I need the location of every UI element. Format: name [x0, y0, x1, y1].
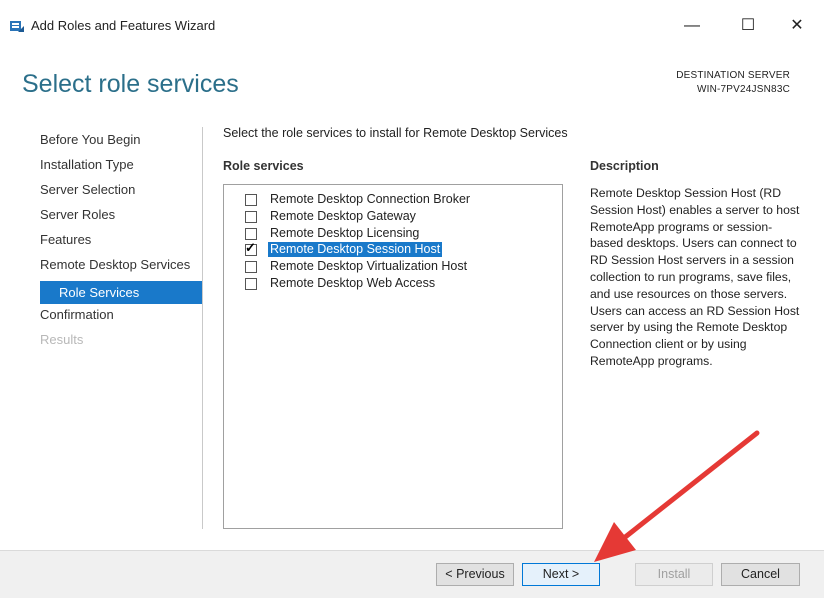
role-label: Remote Desktop Session Host: [268, 242, 443, 257]
role-services-heading: Role services: [223, 159, 304, 173]
nav-item-remote-desktop-services[interactable]: Remote Desktop Services: [40, 255, 202, 280]
nav-divider: [202, 127, 203, 529]
destination-server: DESTINATION SERVER WIN-7PV24JSN83C: [676, 69, 790, 97]
checkbox[interactable]: [245, 277, 257, 290]
minimize-button[interactable]: —: [672, 12, 712, 40]
nav-item-before-you-begin[interactable]: Before You Begin: [40, 130, 202, 155]
role-label: Remote Desktop Virtualization Host: [270, 259, 468, 273]
role-label: Remote Desktop Gateway: [270, 209, 416, 223]
server-manager-icon: [9, 18, 25, 34]
description-text: Remote Desktop Session Host (RD Session …: [590, 186, 800, 368]
nav-item-features[interactable]: Features: [40, 230, 202, 255]
page-title: Select role services: [22, 70, 239, 98]
install-button: Install: [635, 563, 713, 586]
window-title: Add Roles and Features Wizard: [31, 18, 216, 33]
description-heading: Description: [590, 159, 659, 173]
role-item-session-host[interactable]: ✓ Remote Desktop Session Host: [245, 240, 443, 258]
nav-item-role-services[interactable]: Role Services: [40, 281, 202, 304]
role-services-list: Remote Desktop Connection Broker Remote …: [223, 184, 563, 529]
destination-label: DESTINATION SERVER: [676, 70, 790, 81]
nav-item-confirmation[interactable]: Confirmation: [40, 305, 202, 330]
instruction-text: Select the role services to install for …: [223, 126, 568, 140]
previous-button[interactable]: < Previous: [436, 563, 514, 586]
checkbox[interactable]: [245, 227, 257, 240]
nav-item-installation-type[interactable]: Installation Type: [40, 155, 202, 180]
role-item-virtualization-host[interactable]: Remote Desktop Virtualization Host: [245, 258, 469, 275]
nav-item-results: Results: [40, 332, 84, 347]
checkbox[interactable]: [245, 260, 257, 273]
checkbox[interactable]: [245, 193, 257, 206]
close-button[interactable]: ✕: [777, 12, 817, 40]
checkmark-icon: ✓: [245, 239, 256, 255]
maximize-button[interactable]: ☐: [728, 12, 768, 40]
title-bar: Add Roles and Features Wizard — ☐ ✕: [0, 0, 824, 50]
role-item-gateway[interactable]: Remote Desktop Gateway: [245, 208, 418, 225]
role-label: Remote Desktop Web Access: [270, 276, 436, 290]
role-item-web-access[interactable]: Remote Desktop Web Access: [245, 275, 437, 292]
nav-item-server-selection[interactable]: Server Selection: [40, 180, 202, 205]
role-label: Remote Desktop Connection Broker: [270, 192, 471, 206]
checkbox-checked[interactable]: ✓: [245, 240, 257, 256]
cancel-button[interactable]: Cancel: [721, 563, 800, 586]
role-label: Remote Desktop Licensing: [270, 226, 420, 240]
role-item-connection-broker[interactable]: Remote Desktop Connection Broker: [245, 191, 472, 208]
nav-item-server-roles[interactable]: Server Roles: [40, 205, 202, 230]
next-button[interactable]: Next >: [522, 563, 600, 586]
role-item-licensing[interactable]: Remote Desktop Licensing: [245, 225, 421, 242]
checkbox[interactable]: [245, 210, 257, 223]
destination-server-name: WIN-7PV24JSN83C: [696, 84, 790, 95]
wizard-nav: Before You Begin Installation Type Serve…: [40, 130, 202, 355]
